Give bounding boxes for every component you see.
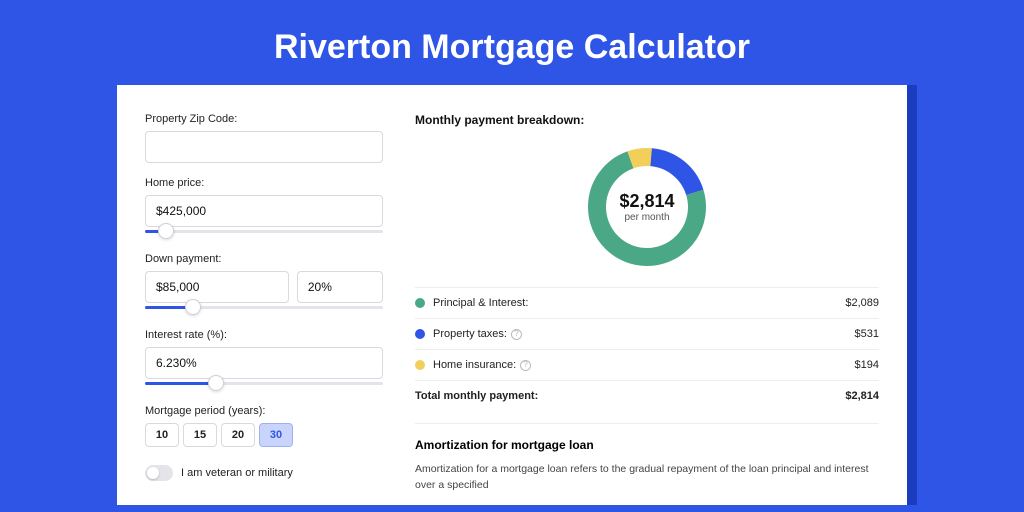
interest-rate-label: Interest rate (%):: [145, 329, 383, 341]
mortgage-period-group: 10152030: [145, 423, 383, 447]
legend-label: Home insurance:?: [433, 359, 855, 371]
mortgage-period-label: Mortgage period (years):: [145, 405, 383, 417]
veteran-toggle[interactable]: [145, 465, 173, 481]
legend-list: Principal & Interest:$2,089Property taxe…: [415, 287, 879, 380]
calculator-card: Property Zip Code: Home price: Down paym…: [117, 85, 907, 505]
legend-value: $194: [855, 359, 879, 371]
amortization-text: Amortization for a mortgage loan refers …: [415, 462, 879, 494]
legend-value: $2,089: [845, 297, 879, 309]
form-panel: Property Zip Code: Home price: Down paym…: [145, 113, 383, 505]
donut-sub: per month: [624, 212, 669, 223]
period-option-10[interactable]: 10: [145, 423, 179, 447]
interest-rate-input[interactable]: [145, 347, 383, 379]
legend-row: Home insurance:?$194: [415, 349, 879, 380]
donut-total: $2,814: [619, 191, 674, 212]
total-row: Total monthly payment: $2,814: [415, 380, 879, 411]
total-value: $2,814: [845, 390, 879, 402]
legend-dot-icon: [415, 360, 425, 370]
info-icon[interactable]: ?: [511, 329, 522, 340]
results-panel: Monthly payment breakdown: $2,814 per mo…: [415, 113, 879, 505]
down-payment-input[interactable]: [145, 271, 289, 303]
zip-input[interactable]: [145, 131, 383, 163]
period-option-15[interactable]: 15: [183, 423, 217, 447]
legend-label: Property taxes:?: [433, 328, 855, 340]
interest-rate-slider[interactable]: [145, 377, 383, 391]
legend-row: Property taxes:?$531: [415, 318, 879, 349]
page-title: Riverton Mortgage Calculator: [0, 0, 1024, 85]
legend-dot-icon: [415, 329, 425, 339]
period-option-20[interactable]: 20: [221, 423, 255, 447]
payment-donut-chart: $2,814 per month: [585, 145, 709, 269]
period-option-30[interactable]: 30: [259, 423, 293, 447]
down-payment-slider[interactable]: [145, 301, 383, 315]
info-icon[interactable]: ?: [520, 360, 531, 371]
veteran-label: I am veteran or military: [181, 467, 293, 479]
down-payment-label: Down payment:: [145, 253, 383, 265]
down-payment-pct-input[interactable]: [297, 271, 383, 303]
home-price-input[interactable]: [145, 195, 383, 227]
legend-dot-icon: [415, 298, 425, 308]
zip-label: Property Zip Code:: [145, 113, 383, 125]
legend-value: $531: [855, 328, 879, 340]
legend-row: Principal & Interest:$2,089: [415, 287, 879, 318]
home-price-slider[interactable]: [145, 225, 383, 239]
home-price-label: Home price:: [145, 177, 383, 189]
legend-label: Principal & Interest:: [433, 297, 845, 309]
amortization-title: Amortization for mortgage loan: [415, 438, 879, 452]
breakdown-title: Monthly payment breakdown:: [415, 113, 879, 127]
total-label: Total monthly payment:: [415, 390, 845, 402]
